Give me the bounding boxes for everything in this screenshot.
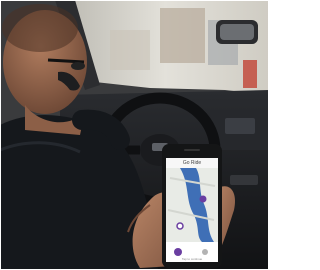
app-bottom-dot[interactable] — [202, 249, 208, 255]
mirror-glass — [220, 24, 254, 40]
glasses-lens — [71, 62, 85, 70]
photo-scene: Go Ride Tap to continue — [0, 0, 269, 270]
street-building — [160, 8, 205, 63]
map-location-pin-icon[interactable] — [199, 195, 207, 203]
street-building-3 — [110, 30, 150, 70]
app-bottom-icon[interactable] — [174, 248, 182, 256]
glasses-icon — [47, 58, 85, 64]
phone-bottom-label: Tap to continue — [181, 257, 203, 261]
radio-display — [225, 118, 255, 134]
phone-app-title: Go Ride — [182, 160, 202, 166]
street-sign-red — [243, 60, 257, 88]
climate-controls — [230, 175, 258, 185]
driver-hair — [2, 4, 78, 52]
map-origin-marker-icon[interactable] — [176, 222, 184, 230]
phone-speaker — [184, 149, 200, 151]
